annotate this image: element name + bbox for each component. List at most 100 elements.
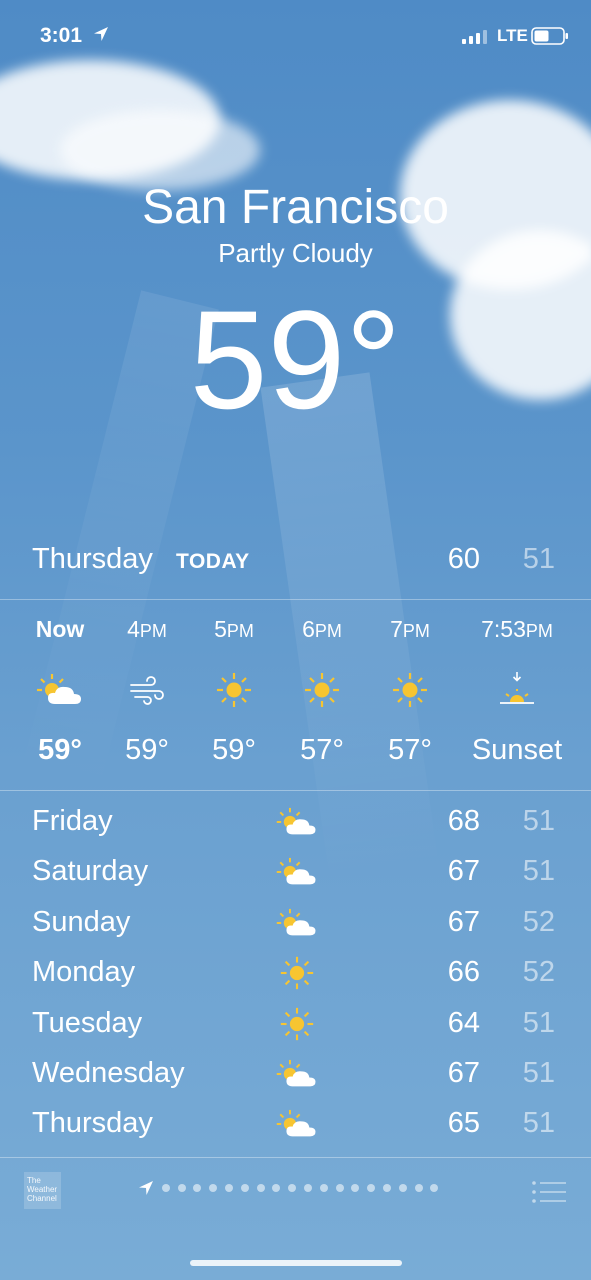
daily-low: 51	[522, 1107, 555, 1140]
daily-high: 67	[447, 905, 480, 938]
hour-item: Now 59°	[15, 612, 105, 772]
daily-day: Friday	[32, 805, 113, 837]
daily-day: Monday	[32, 956, 136, 989]
hour-time: 7PM	[390, 616, 430, 642]
page-dot[interactable]	[335, 1184, 344, 1192]
daily-high: 64	[447, 1006, 480, 1039]
page-dot[interactable]	[272, 1184, 281, 1192]
hour-temperature: 59°	[125, 734, 169, 766]
hour-temperature: 57°	[388, 734, 432, 766]
sun-icon	[275, 954, 319, 992]
weather-channel-logo[interactable]: The Weather Channel	[24, 1172, 61, 1209]
daily-row: Sunday 67 52	[0, 906, 591, 956]
hour-item: 7:53PM Sunset	[467, 612, 567, 772]
current-location-icon	[139, 1181, 153, 1195]
hour-time: 6PM	[302, 616, 342, 642]
page-dot[interactable]	[240, 1184, 249, 1192]
partly-cloudy-icon	[275, 853, 319, 891]
daily-row: Saturday 67 51	[0, 855, 591, 905]
page-dot[interactable]	[177, 1184, 186, 1192]
daily-day: Saturday	[32, 855, 149, 888]
page-indicator[interactable]	[138, 1180, 439, 1196]
city-name: San Francisco	[142, 181, 449, 234]
page-dot[interactable]	[224, 1184, 233, 1192]
daily-high: 66	[447, 956, 480, 989]
status-bar: 3:01 LTE	[0, 22, 591, 52]
hour-temperature: 59°	[38, 734, 82, 766]
page-dot[interactable]	[256, 1184, 265, 1192]
daily-high: 67	[447, 1056, 480, 1089]
today-day: Thursday	[32, 543, 153, 575]
hour-time: Now	[35, 616, 85, 642]
daily-low: 51	[522, 1006, 555, 1039]
hour-temperature: 57°	[300, 734, 344, 766]
sunset-icon	[467, 670, 567, 710]
page-dot[interactable]	[414, 1184, 423, 1192]
today-label: TODAY	[176, 550, 250, 573]
divider	[0, 790, 591, 791]
current-temperature: 59°	[189, 281, 402, 438]
hour-time: 5PM	[214, 616, 254, 642]
hour-time: 7:53PM	[481, 616, 553, 642]
signal-strength-icon	[462, 30, 487, 44]
today-summary: Thursday TODAY 60 51	[0, 543, 591, 583]
daily-row: Monday 66 52	[0, 956, 591, 1006]
page-dot[interactable]	[193, 1184, 202, 1192]
page-dot[interactable]	[398, 1184, 407, 1192]
hour-time: 4PM	[127, 616, 167, 642]
page-dot[interactable]	[430, 1184, 439, 1192]
hourly-forecast[interactable]: Now 59° 4PM 59° 5PM 59° 6PM 57° 7PM 57° …	[0, 612, 591, 772]
daily-day: Tuesday	[32, 1006, 143, 1039]
sun-icon	[365, 670, 455, 710]
daily-row: Friday 68 51	[0, 805, 591, 855]
sun-icon	[189, 670, 279, 710]
daily-low: 52	[522, 956, 555, 989]
home-indicator[interactable]	[190, 1260, 402, 1266]
page-dot[interactable]	[319, 1184, 328, 1192]
daily-low: 52	[522, 905, 555, 938]
page-dot[interactable]	[209, 1184, 218, 1192]
today-low: 51	[522, 543, 555, 575]
hour-item: 6PM 57°	[277, 612, 367, 772]
page-dot[interactable]	[351, 1184, 360, 1192]
page-dot[interactable]	[382, 1184, 391, 1192]
today-high: 60	[447, 543, 480, 575]
wind-icon	[102, 670, 192, 710]
page-dot[interactable]	[161, 1184, 170, 1192]
footer-toolbar: The Weather Channel	[0, 1172, 591, 1212]
partly-cloudy-icon	[275, 1105, 319, 1143]
hour-item: 5PM 59°	[189, 612, 279, 772]
battery-icon	[531, 27, 568, 45]
partly-cloudy-icon	[275, 803, 319, 841]
daily-low: 51	[522, 805, 555, 837]
daily-day: Sunday	[32, 905, 131, 938]
daily-row: Tuesday 64 51	[0, 1007, 591, 1057]
sun-icon	[277, 670, 367, 710]
partly-cloudy-icon	[275, 1055, 319, 1093]
divider	[0, 1157, 591, 1158]
daily-day: Thursday	[32, 1107, 153, 1140]
page-dot[interactable]	[288, 1184, 297, 1192]
partly-cloudy-icon	[275, 904, 319, 942]
network-type: LTE	[497, 26, 528, 45]
sun-icon	[275, 1005, 319, 1043]
daily-forecast[interactable]: Friday 68 51 Saturday 67 51 Sunday 67 52…	[0, 805, 591, 1158]
location-arrow-icon	[94, 27, 108, 41]
status-time: 3:01	[40, 24, 83, 47]
page-dot[interactable]	[367, 1184, 376, 1192]
daily-row: Thursday 65 51	[0, 1107, 591, 1157]
daily-low: 51	[522, 855, 555, 888]
daily-row: Wednesday 67 51	[0, 1057, 591, 1107]
list-icon[interactable]	[531, 1180, 567, 1204]
hour-temperature: 59°	[212, 734, 256, 766]
daily-low: 51	[522, 1056, 555, 1089]
page-dot[interactable]	[303, 1184, 312, 1192]
divider	[0, 599, 591, 600]
hour-item: 7PM 57°	[365, 612, 455, 772]
daily-high: 65	[447, 1107, 480, 1140]
hour-item: 4PM 59°	[102, 612, 192, 772]
daily-day: Wednesday	[32, 1056, 185, 1089]
daily-high: 67	[447, 855, 480, 888]
partly-cloudy-icon	[15, 670, 105, 710]
hour-sunset-label: Sunset	[471, 734, 563, 766]
